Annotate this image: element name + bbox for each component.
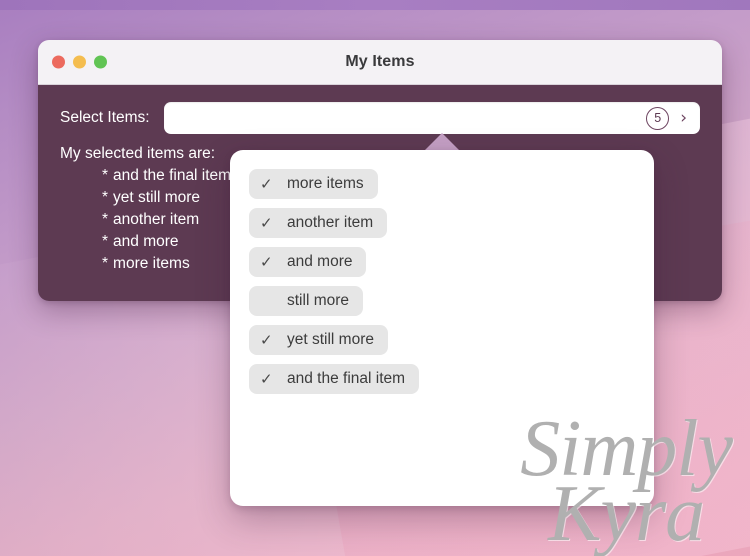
asterisk-bullet-icon: * [102,233,109,250]
checkmark-icon: ✓ [260,174,273,193]
item-picker-option[interactable]: ✓ and the final item [249,364,420,394]
item-picker-option[interactable]: still more [249,286,364,316]
item-picker-option-label: yet still more [287,331,374,348]
select-items-field[interactable]: 5 › [163,102,700,134]
item-picker-option[interactable]: ✓ another item [249,208,388,238]
checkmark-icon: ✓ [260,330,273,349]
popover-arrow-icon [425,133,459,150]
summary-list-item-label: and the final item [113,167,232,184]
selected-count-badge: 5 [646,106,670,130]
desktop-background: My Items Select Items: 5 › My selected i… [0,0,750,556]
window-title: My Items [345,53,415,70]
item-picker-option-label: more items [287,175,364,192]
item-picker-option[interactable]: ✓ and more [249,247,367,277]
item-picker-option[interactable]: ✓ more items [249,169,378,199]
window-titlebar: My Items [38,40,722,85]
select-items-row: Select Items: 5 › [38,85,722,134]
item-picker-option-label: and more [287,253,353,270]
item-picker-list: ✓ more items ✓ another item ✓ and more still m… [230,150,654,394]
asterisk-bullet-icon: * [102,189,109,206]
checkmark-icon: ✓ [260,213,273,232]
chevron-right-icon[interactable]: › [680,109,687,127]
desktop-top-strip [0,0,750,10]
checkmark-icon: ✓ [260,369,273,388]
asterisk-bullet-icon: * [102,255,109,272]
summary-list-item-label: yet still more [113,189,201,206]
select-items-label: Select Items: [60,109,150,126]
checkmark-icon: ✓ [260,252,273,271]
summary-list-item-label: another item [113,211,200,228]
item-picker-popover: ✓ more items ✓ another item ✓ and more still m… [230,150,654,506]
item-picker-option-label: still more [287,292,350,309]
asterisk-bullet-icon: * [102,211,109,228]
item-picker-option-label: another item [287,214,374,231]
item-picker-option[interactable]: ✓ yet still more [249,325,388,355]
item-picker-option-label: and the final item [287,370,406,387]
asterisk-bullet-icon: * [102,167,109,184]
summary-list-item-label: more items [113,255,190,272]
summary-list-item-label: and more [113,233,179,250]
